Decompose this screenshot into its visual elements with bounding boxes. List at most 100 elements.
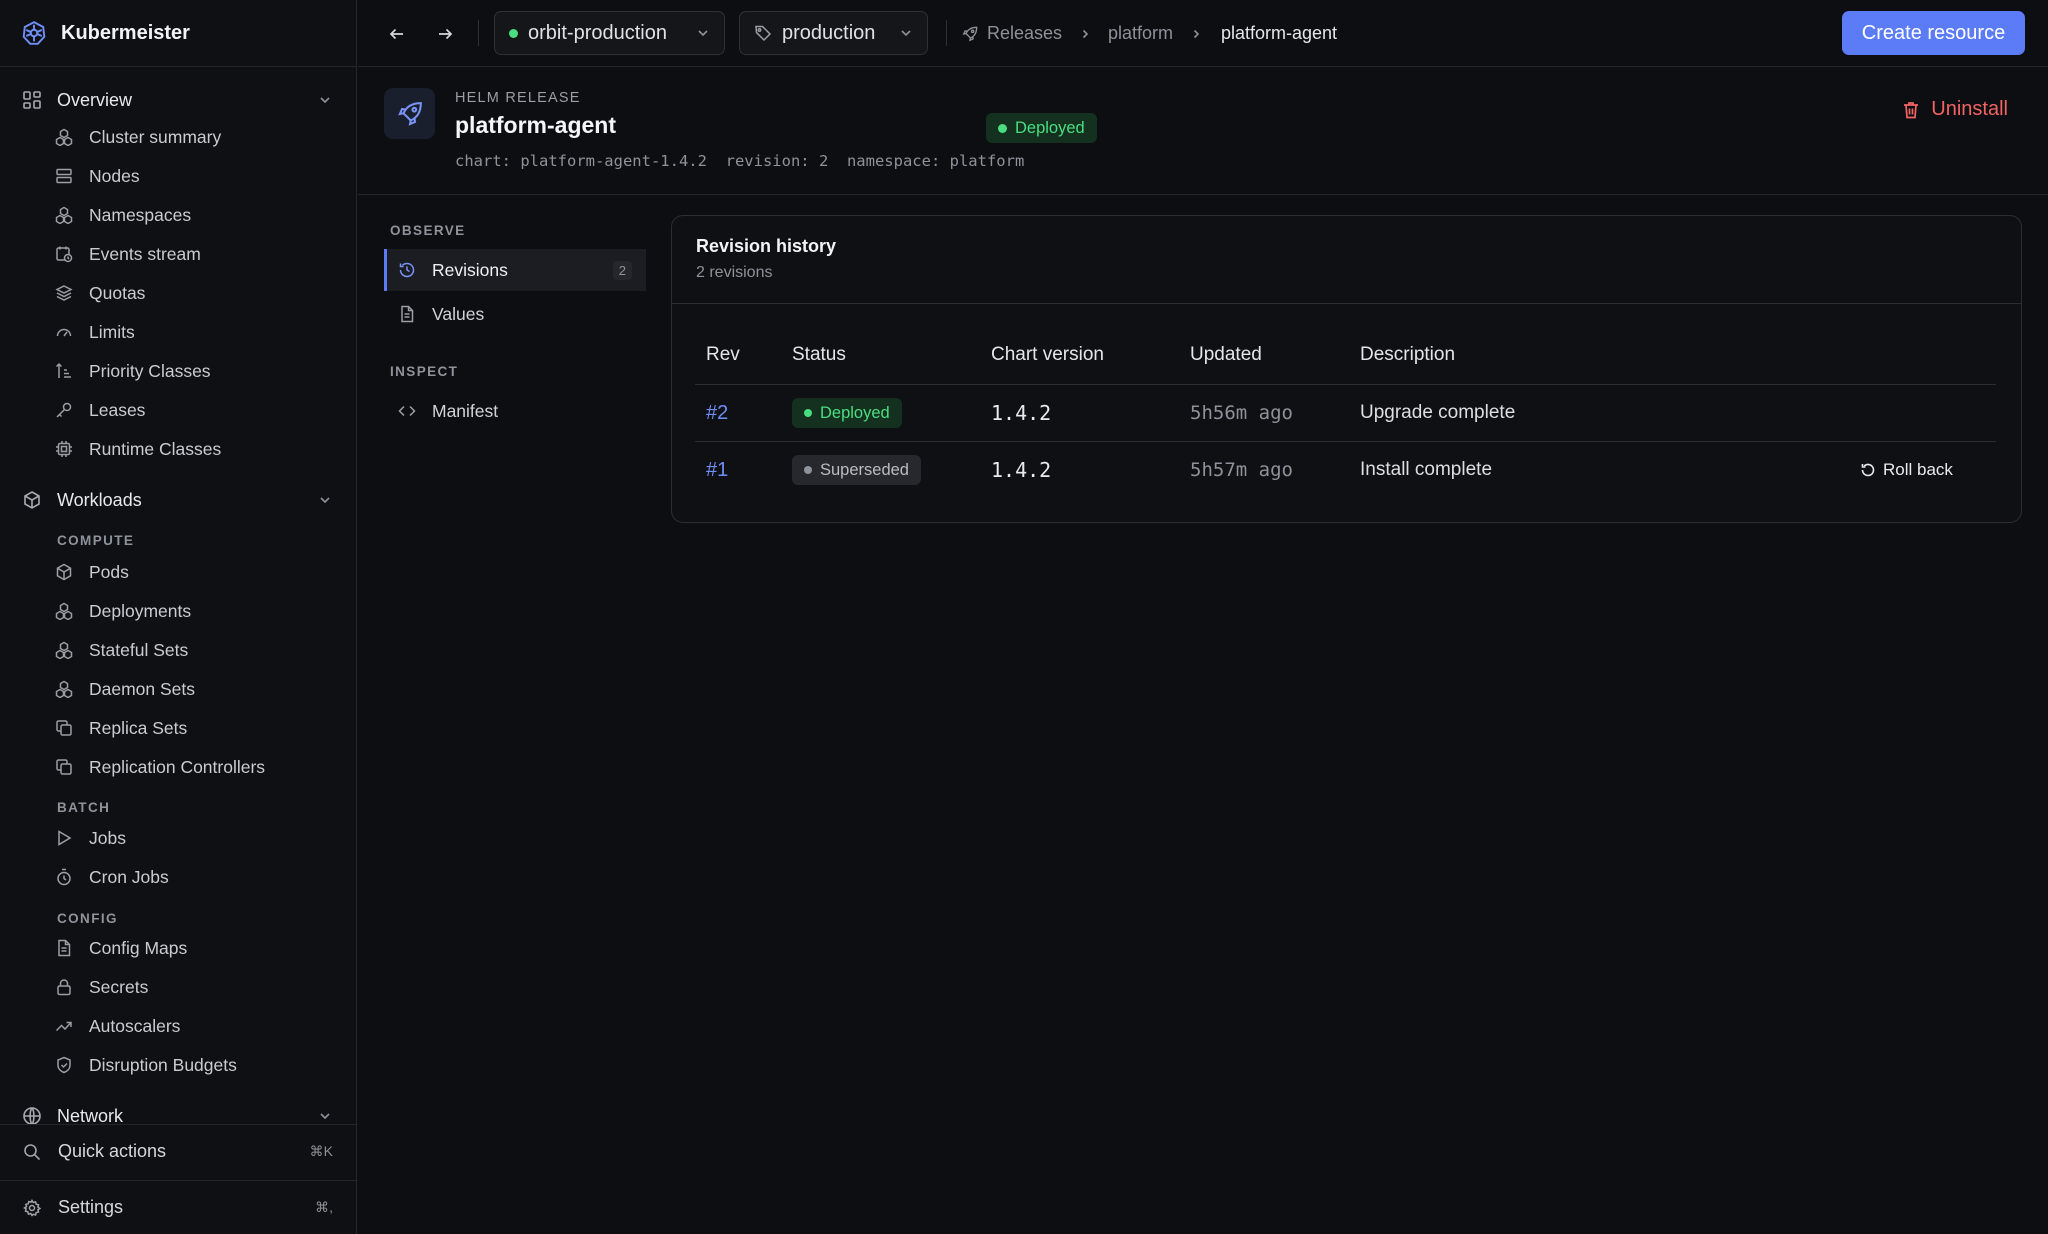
cluster-icon bbox=[55, 641, 75, 659]
nav-group-overview[interactable]: Overview bbox=[0, 81, 356, 119]
copy-icon bbox=[55, 758, 75, 776]
revisions-count: 2 bbox=[612, 260, 632, 280]
chevron-down-icon bbox=[899, 26, 913, 40]
sidebar-item-secrets[interactable]: Secrets bbox=[0, 969, 356, 1005]
sidebar-item-jobs[interactable]: Jobs bbox=[0, 820, 356, 856]
status-cell: Deployed bbox=[792, 385, 902, 441]
sort-icon bbox=[55, 362, 75, 380]
back-button[interactable] bbox=[383, 20, 411, 48]
breadcrumb-current: platform-agent bbox=[1221, 23, 1338, 43]
brand[interactable]: Kubermeister bbox=[0, 0, 356, 67]
nav-label: Events stream bbox=[89, 243, 201, 264]
nav-group-label: Workloads bbox=[57, 489, 142, 510]
release-type-label: HELM RELEASE bbox=[455, 90, 581, 106]
roll-back-button[interactable]: Roll back bbox=[1860, 442, 1953, 498]
sidebar-item-limits[interactable]: Limits bbox=[0, 314, 356, 350]
breadcrumb-releases[interactable]: Releases bbox=[962, 0, 1062, 67]
card-header: Revision history 2 revisions bbox=[672, 216, 2021, 304]
section-label-config: CONFIG bbox=[57, 911, 118, 926]
chart-meta: chart: platform-agent-1.4.2 bbox=[455, 152, 707, 170]
key-icon bbox=[55, 401, 75, 419]
quick-actions-label: Quick actions bbox=[58, 1141, 167, 1161]
box-icon bbox=[55, 563, 75, 581]
sidebar-item-disruption-budgets[interactable]: Disruption Budgets bbox=[0, 1047, 356, 1083]
cluster-icon bbox=[55, 680, 75, 698]
namespace-meta: namespace: platform bbox=[846, 152, 1025, 170]
nav-label: Stateful Sets bbox=[89, 639, 189, 660]
chevron-down-icon bbox=[318, 493, 332, 507]
sidebar-item-pods[interactable]: Pods bbox=[0, 554, 356, 590]
sidebar-item-autoscalers[interactable]: Autoscalers bbox=[0, 1008, 356, 1044]
sidebar-item-cron-jobs[interactable]: Cron Jobs bbox=[0, 859, 356, 895]
settings-button[interactable]: Settings ⌘, bbox=[0, 1180, 356, 1234]
quick-actions-button[interactable]: Quick actions ⌘K bbox=[0, 1124, 356, 1178]
layers-icon bbox=[55, 284, 75, 302]
sidebar-item-replication-controllers[interactable]: Replication Controllers bbox=[0, 749, 356, 785]
release-header: HELM RELEASE platform-agent Deployed cha… bbox=[358, 68, 2048, 195]
gear-icon bbox=[23, 1198, 43, 1217]
column-header-description: Description bbox=[1360, 344, 1456, 365]
tab-values[interactable]: Values bbox=[384, 293, 646, 335]
sidebar-item-quotas[interactable]: Quotas bbox=[0, 275, 356, 311]
cluster-select[interactable]: orbit-production bbox=[494, 11, 725, 55]
chevron-down-icon bbox=[318, 93, 332, 107]
sidebar-item-deployments[interactable]: Deployments bbox=[0, 593, 356, 629]
helm-logo-icon bbox=[21, 20, 47, 46]
updated-cell: 5h57m ago bbox=[1190, 459, 1293, 481]
gauge-icon bbox=[55, 323, 75, 341]
create-resource-button[interactable]: Create resource bbox=[1842, 11, 2025, 55]
breadcrumb-platform[interactable]: platform bbox=[1108, 0, 1173, 67]
nav-group-network[interactable]: Network bbox=[0, 1097, 356, 1124]
cluster-icon bbox=[55, 128, 75, 146]
file-text-icon bbox=[55, 939, 75, 957]
table-row: #2 Deployed 1.4.2 5h56m ago Upgrade comp… bbox=[695, 384, 1996, 441]
sidebar-nav: Overview Cluster summary Nodes Namespace… bbox=[0, 68, 356, 1124]
section-label-inspect: INSPECT bbox=[390, 364, 459, 379]
chevron-down-icon bbox=[318, 1109, 332, 1123]
nav-label: Config Maps bbox=[89, 937, 188, 958]
top-bar: orbit-production production Releases pla… bbox=[358, 0, 2048, 67]
status-dot bbox=[998, 123, 1007, 133]
revision-link[interactable]: #1 bbox=[706, 442, 728, 498]
chevron-right-icon bbox=[1190, 0, 1202, 67]
sidebar-item-runtime-classes[interactable]: Runtime Classes bbox=[0, 431, 356, 467]
tab-manifest[interactable]: Manifest bbox=[384, 390, 646, 432]
sidebar-item-cluster-summary[interactable]: Cluster summary bbox=[0, 119, 356, 155]
column-header-updated: Updated bbox=[1190, 344, 1262, 365]
nav-label: Cron Jobs bbox=[89, 866, 169, 887]
release-name: platform-agent bbox=[455, 112, 616, 138]
nav-label: Daemon Sets bbox=[89, 678, 196, 699]
rotate-ccw-icon bbox=[1860, 462, 1876, 478]
sidebar-item-events-stream[interactable]: Events stream bbox=[0, 236, 356, 272]
rocket-icon bbox=[384, 88, 435, 139]
chevron-down-icon bbox=[696, 26, 710, 40]
timer-icon bbox=[55, 868, 75, 886]
status-label: Deployed bbox=[820, 403, 890, 422]
play-icon bbox=[55, 829, 75, 847]
namespace-select[interactable]: production bbox=[739, 11, 928, 55]
sidebar-item-nodes[interactable]: Nodes bbox=[0, 158, 356, 194]
revision-link[interactable]: #2 bbox=[706, 385, 728, 441]
forward-button[interactable] bbox=[431, 20, 459, 48]
nav-label: Priority Classes bbox=[89, 360, 211, 381]
status-cell: Superseded bbox=[792, 442, 921, 498]
release-meta: chart: platform-agent-1.4.2 revision: 2 … bbox=[455, 152, 1024, 170]
updated-cell: 5h56m ago bbox=[1190, 402, 1293, 424]
sidebar-item-config-maps[interactable]: Config Maps bbox=[0, 930, 356, 966]
tab-label: Revisions bbox=[432, 259, 508, 280]
sidebar-item-leases[interactable]: Leases bbox=[0, 392, 356, 428]
sidebar-item-replica-sets[interactable]: Replica Sets bbox=[0, 710, 356, 746]
calendar-clock-icon bbox=[55, 245, 75, 263]
sidebar-item-priority-classes[interactable]: Priority Classes bbox=[0, 353, 356, 389]
sidebar-item-daemon-sets[interactable]: Daemon Sets bbox=[0, 671, 356, 707]
copy-icon bbox=[55, 719, 75, 737]
nav-label: Replication Controllers bbox=[89, 756, 266, 777]
tab-revisions[interactable]: Revisions 2 bbox=[384, 249, 646, 291]
section-label-batch: BATCH bbox=[57, 800, 111, 815]
sidebar-item-namespaces[interactable]: Namespaces bbox=[0, 197, 356, 233]
nav-group-workloads[interactable]: Workloads bbox=[0, 481, 356, 519]
sidebar-item-stateful-sets[interactable]: Stateful Sets bbox=[0, 632, 356, 668]
uninstall-button[interactable]: Uninstall bbox=[1901, 98, 2008, 121]
rocket-icon bbox=[962, 26, 978, 42]
revision-history-card: Revision history 2 revisions Rev Status … bbox=[671, 215, 2022, 523]
